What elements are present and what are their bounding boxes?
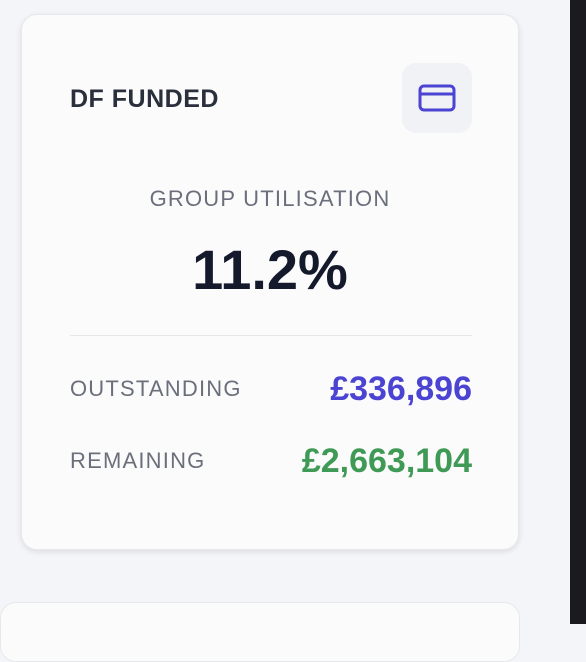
remaining-label: REMAINING: [70, 448, 206, 473]
group-utilisation-value: 11.2%: [192, 238, 348, 301]
window-edge: [570, 0, 586, 624]
outstanding-label: OUTSTANDING: [70, 376, 242, 401]
df-funded-card: DF FUNDED GROUP UTILISATION 11.2% OUTSTA…: [21, 14, 519, 550]
divider: [70, 335, 472, 336]
next-card: [0, 602, 520, 662]
card-title: DF FUNDED: [70, 85, 219, 113]
remaining-value: £2,663,104: [301, 441, 472, 480]
outstanding-row: OUTSTANDING £336,896: [70, 369, 472, 409]
credit-card-icon: [418, 84, 456, 112]
outstanding-value: £336,896: [330, 369, 472, 408]
group-utilisation-label: GROUP UTILISATION: [149, 186, 391, 211]
remaining-row: REMAINING £2,663,104: [70, 441, 472, 481]
card-icon-button[interactable]: [402, 63, 472, 133]
